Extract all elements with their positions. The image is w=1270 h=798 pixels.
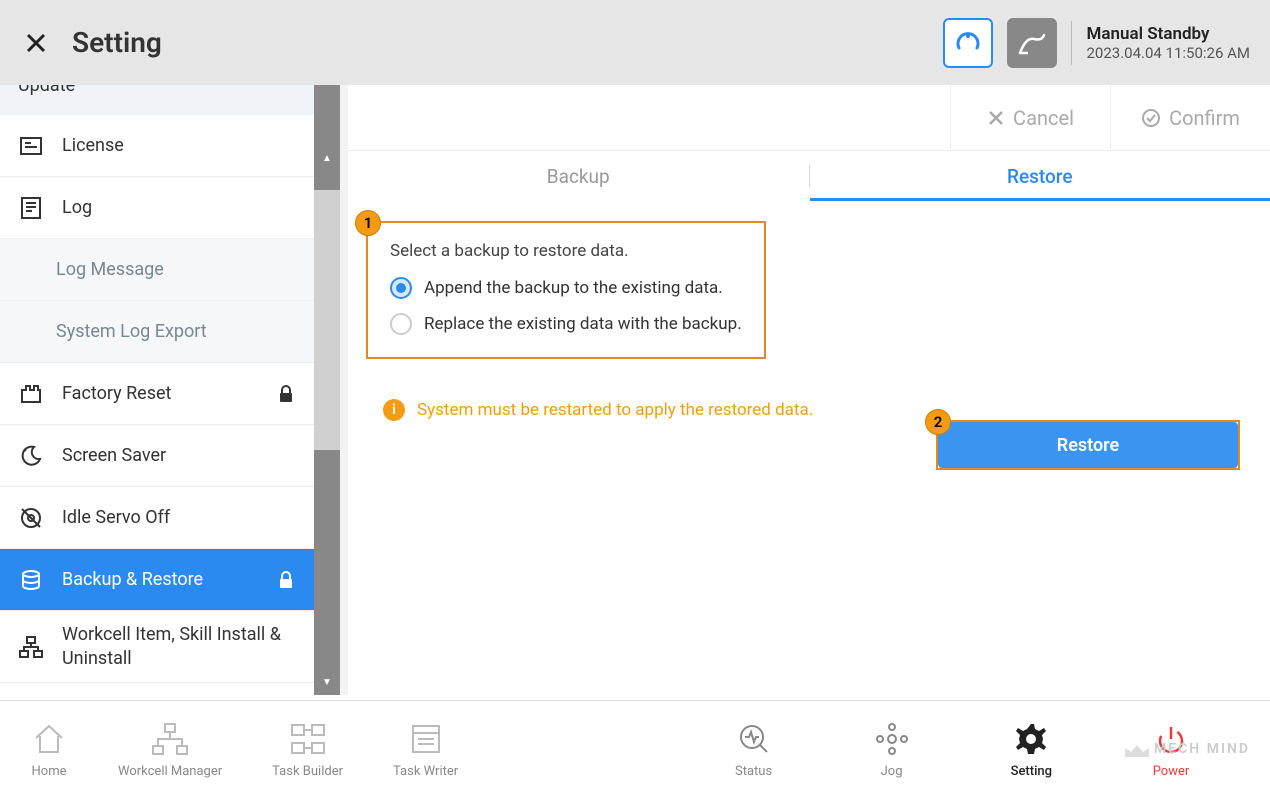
moon-icon <box>18 443 44 469</box>
callout-restore-button: 2 Restore <box>936 420 1240 470</box>
sidebar-item-update[interactable]: Update <box>0 85 314 115</box>
restore-button[interactable]: Restore <box>938 422 1238 468</box>
database-icon <box>18 567 44 593</box>
lock-icon <box>278 385 296 403</box>
action-bar: Cancel Confirm <box>348 85 1270 151</box>
robot-arc-icon <box>953 28 983 58</box>
workcell-icon <box>151 720 189 758</box>
status-mode: Manual Standby <box>1086 24 1250 44</box>
scroll-down-arrow[interactable]: ▼ <box>314 669 340 695</box>
footer-setting[interactable]: Setting <box>1011 720 1052 779</box>
scroll-thumb-bottom[interactable] <box>314 450 340 695</box>
header-bar: Setting Manual Standby 2023.04.04 11:50:… <box>0 0 1270 85</box>
info-icon: i <box>383 399 405 421</box>
scroll-up-arrow[interactable]: ▲ <box>314 145 340 171</box>
footer-jog[interactable]: Jog <box>873 720 911 779</box>
warning-text: System must be restarted to apply the re… <box>417 400 813 420</box>
page-title: Setting <box>72 26 162 59</box>
close-icon <box>24 31 48 55</box>
sidebar-item-factory-reset[interactable]: Factory Reset <box>0 363 314 425</box>
workcell-icon <box>18 634 44 660</box>
divider <box>1071 21 1072 65</box>
body: Update License Log Log Message System Lo… <box>0 85 1270 695</box>
cancel-button[interactable]: Cancel <box>950 85 1110 150</box>
callout-restore-options: 1 Select a backup to restore data. Appen… <box>366 221 766 359</box>
x-icon <box>987 109 1005 127</box>
tab-restore[interactable]: Restore <box>810 151 1270 201</box>
restore-button-wrap: 2 Restore <box>936 420 1240 470</box>
confirm-button[interactable]: Confirm <box>1110 85 1270 150</box>
task-builder-icon <box>289 720 327 758</box>
log-icon <box>18 195 44 221</box>
sidebar-item-license[interactable]: License <box>0 115 314 177</box>
sidebar: Update License Log Log Message System Lo… <box>0 85 340 695</box>
sidebar-item-log-message[interactable]: Log Message <box>0 239 314 301</box>
status-time: 2023.04.04 11:50:26 AM <box>1086 44 1250 62</box>
tab-backup[interactable]: Backup <box>348 151 809 201</box>
jog-icon <box>873 720 911 758</box>
badge-2: 2 <box>925 409 951 435</box>
close-button[interactable] <box>20 27 52 59</box>
radio-input-append[interactable] <box>390 277 412 299</box>
check-circle-icon <box>1141 108 1161 128</box>
status-icon <box>735 720 773 758</box>
footer-status[interactable]: Status <box>735 720 773 779</box>
footer-task-writer[interactable]: Task Writer <box>393 720 458 779</box>
tab-bar: Backup Restore <box>348 151 1270 201</box>
restore-prompt: Select a backup to restore data. <box>390 241 742 261</box>
sidebar-item-log[interactable]: Log <box>0 177 314 239</box>
radio-replace[interactable]: Replace the existing data with the backu… <box>390 313 742 335</box>
footer-nav: Home Workcell Manager Task Builder Task … <box>0 700 1270 798</box>
robot-arm-icon <box>1016 27 1048 59</box>
content: 1 Select a backup to restore data. Appen… <box>348 201 1270 441</box>
power-icon <box>1152 720 1190 758</box>
robot-mode-button[interactable] <box>943 18 993 68</box>
gear-icon <box>1012 720 1050 758</box>
sidebar-item-idle-servo-off[interactable]: Idle Servo Off <box>0 487 314 549</box>
footer-workcell-manager[interactable]: Workcell Manager <box>118 720 222 779</box>
scroll-thumb-top[interactable] <box>314 85 340 190</box>
sidebar-item-workcell-install[interactable]: Workcell Item, Skill Install & Uninstall <box>0 611 314 683</box>
radio-input-replace[interactable] <box>390 313 412 335</box>
license-icon <box>18 133 44 159</box>
main-panel: Cancel Confirm Backup Restore 1 Select a… <box>340 85 1270 695</box>
footer-task-builder[interactable]: Task Builder <box>272 720 343 779</box>
sidebar-scrollbar[interactable]: ▲ ▼ <box>314 85 340 695</box>
factory-icon <box>18 381 44 407</box>
sidebar-item-system-log-export[interactable]: System Log Export <box>0 301 314 363</box>
warning-row: i System must be restarted to apply the … <box>383 399 1240 421</box>
task-writer-icon <box>407 720 445 758</box>
footer-home[interactable]: Home <box>30 720 68 779</box>
badge-1: 1 <box>355 210 381 236</box>
status-block: Manual Standby 2023.04.04 11:50:26 AM <box>1086 24 1250 62</box>
radio-append[interactable]: Append the backup to the existing data. <box>390 277 742 299</box>
robot-button[interactable] <box>1007 18 1057 68</box>
sidebar-item-backup-restore[interactable]: Backup & Restore <box>0 549 314 611</box>
sidebar-item-screen-saver[interactable]: Screen Saver <box>0 425 314 487</box>
footer-power[interactable]: Power <box>1152 720 1190 779</box>
home-icon <box>30 720 68 758</box>
servo-icon <box>18 505 44 531</box>
lock-icon <box>278 571 296 589</box>
